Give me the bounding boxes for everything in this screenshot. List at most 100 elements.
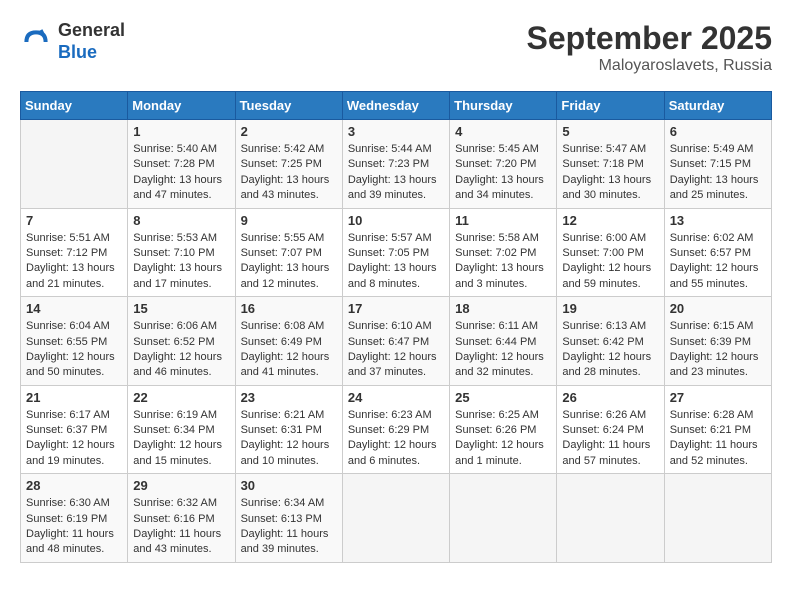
day-info: Sunrise: 6:30 AMSunset: 6:19 PMDaylight:…	[26, 496, 122, 558]
day-info: Sunrise: 5:47 AMSunset: 7:18 PMDaylight:…	[562, 142, 658, 204]
day-cell: 21 Sunrise: 6:17 AMSunset: 6:37 PMDaylig…	[21, 385, 128, 474]
day-cell: 24 Sunrise: 6:23 AMSunset: 6:29 PMDaylig…	[342, 385, 449, 474]
day-info: Sunrise: 5:53 AMSunset: 7:10 PMDaylight:…	[133, 231, 229, 293]
title-block: September 2025 Maloyaroslavets, Russia	[527, 20, 772, 75]
day-info: Sunrise: 6:15 AMSunset: 6:39 PMDaylight:…	[670, 319, 766, 381]
day-info: Sunrise: 6:25 AMSunset: 6:26 PMDaylight:…	[455, 408, 551, 470]
day-number: 21	[26, 390, 122, 405]
day-info: Sunrise: 5:55 AMSunset: 7:07 PMDaylight:…	[241, 231, 337, 293]
day-number: 1	[133, 124, 229, 139]
column-header-saturday: Saturday	[664, 92, 771, 120]
logo-general: General	[58, 20, 125, 40]
day-cell: 5 Sunrise: 5:47 AMSunset: 7:18 PMDayligh…	[557, 120, 664, 209]
day-number: 10	[348, 213, 444, 228]
day-number: 28	[26, 478, 122, 493]
day-number: 12	[562, 213, 658, 228]
day-cell: 28 Sunrise: 6:30 AMSunset: 6:19 PMDaylig…	[21, 474, 128, 563]
week-row-5: 28 Sunrise: 6:30 AMSunset: 6:19 PMDaylig…	[21, 474, 772, 563]
day-cell: 15 Sunrise: 6:06 AMSunset: 6:52 PMDaylig…	[128, 297, 235, 386]
day-cell	[664, 474, 771, 563]
day-number: 2	[241, 124, 337, 139]
day-number: 17	[348, 301, 444, 316]
day-cell: 12 Sunrise: 6:00 AMSunset: 7:00 PMDaylig…	[557, 208, 664, 297]
day-cell: 20 Sunrise: 6:15 AMSunset: 6:39 PMDaylig…	[664, 297, 771, 386]
day-cell: 22 Sunrise: 6:19 AMSunset: 6:34 PMDaylig…	[128, 385, 235, 474]
day-cell: 1 Sunrise: 5:40 AMSunset: 7:28 PMDayligh…	[128, 120, 235, 209]
day-info: Sunrise: 5:45 AMSunset: 7:20 PMDaylight:…	[455, 142, 551, 204]
day-info: Sunrise: 5:51 AMSunset: 7:12 PMDaylight:…	[26, 231, 122, 293]
day-info: Sunrise: 5:42 AMSunset: 7:25 PMDaylight:…	[241, 142, 337, 204]
day-number: 29	[133, 478, 229, 493]
week-row-4: 21 Sunrise: 6:17 AMSunset: 6:37 PMDaylig…	[21, 385, 772, 474]
day-cell: 18 Sunrise: 6:11 AMSunset: 6:44 PMDaylig…	[450, 297, 557, 386]
day-info: Sunrise: 6:21 AMSunset: 6:31 PMDaylight:…	[241, 408, 337, 470]
day-info: Sunrise: 6:10 AMSunset: 6:47 PMDaylight:…	[348, 319, 444, 381]
day-number: 24	[348, 390, 444, 405]
day-number: 8	[133, 213, 229, 228]
day-number: 13	[670, 213, 766, 228]
header-row: SundayMondayTuesdayWednesdayThursdayFrid…	[21, 92, 772, 120]
day-cell: 3 Sunrise: 5:44 AMSunset: 7:23 PMDayligh…	[342, 120, 449, 209]
day-info: Sunrise: 6:32 AMSunset: 6:16 PMDaylight:…	[133, 496, 229, 558]
day-number: 7	[26, 213, 122, 228]
day-number: 26	[562, 390, 658, 405]
day-info: Sunrise: 6:00 AMSunset: 7:00 PMDaylight:…	[562, 231, 658, 293]
day-info: Sunrise: 6:13 AMSunset: 6:42 PMDaylight:…	[562, 319, 658, 381]
day-cell: 26 Sunrise: 6:26 AMSunset: 6:24 PMDaylig…	[557, 385, 664, 474]
day-cell: 19 Sunrise: 6:13 AMSunset: 6:42 PMDaylig…	[557, 297, 664, 386]
day-cell: 11 Sunrise: 5:58 AMSunset: 7:02 PMDaylig…	[450, 208, 557, 297]
day-info: Sunrise: 6:11 AMSunset: 6:44 PMDaylight:…	[455, 319, 551, 381]
day-info: Sunrise: 6:28 AMSunset: 6:21 PMDaylight:…	[670, 408, 766, 470]
week-row-1: 1 Sunrise: 5:40 AMSunset: 7:28 PMDayligh…	[21, 120, 772, 209]
day-info: Sunrise: 5:40 AMSunset: 7:28 PMDaylight:…	[133, 142, 229, 204]
day-cell: 2 Sunrise: 5:42 AMSunset: 7:25 PMDayligh…	[235, 120, 342, 209]
column-header-friday: Friday	[557, 92, 664, 120]
day-cell: 29 Sunrise: 6:32 AMSunset: 6:16 PMDaylig…	[128, 474, 235, 563]
location: Maloyaroslavets, Russia	[527, 57, 772, 75]
day-info: Sunrise: 5:49 AMSunset: 7:15 PMDaylight:…	[670, 142, 766, 204]
logo-icon	[20, 26, 52, 58]
day-number: 3	[348, 124, 444, 139]
day-info: Sunrise: 5:44 AMSunset: 7:23 PMDaylight:…	[348, 142, 444, 204]
day-number: 16	[241, 301, 337, 316]
day-cell: 25 Sunrise: 6:25 AMSunset: 6:26 PMDaylig…	[450, 385, 557, 474]
day-cell: 9 Sunrise: 5:55 AMSunset: 7:07 PMDayligh…	[235, 208, 342, 297]
day-number: 27	[670, 390, 766, 405]
day-cell	[342, 474, 449, 563]
day-number: 22	[133, 390, 229, 405]
day-info: Sunrise: 6:02 AMSunset: 6:57 PMDaylight:…	[670, 231, 766, 293]
column-header-sunday: Sunday	[21, 92, 128, 120]
day-info: Sunrise: 6:19 AMSunset: 6:34 PMDaylight:…	[133, 408, 229, 470]
day-info: Sunrise: 6:23 AMSunset: 6:29 PMDaylight:…	[348, 408, 444, 470]
day-number: 18	[455, 301, 551, 316]
column-header-wednesday: Wednesday	[342, 92, 449, 120]
page-header: General Blue September 2025 Maloyaroslav…	[20, 20, 772, 75]
day-cell: 17 Sunrise: 6:10 AMSunset: 6:47 PMDaylig…	[342, 297, 449, 386]
logo-blue: Blue	[58, 42, 97, 62]
day-info: Sunrise: 6:08 AMSunset: 6:49 PMDaylight:…	[241, 319, 337, 381]
day-cell: 10 Sunrise: 5:57 AMSunset: 7:05 PMDaylig…	[342, 208, 449, 297]
day-cell: 6 Sunrise: 5:49 AMSunset: 7:15 PMDayligh…	[664, 120, 771, 209]
day-cell: 23 Sunrise: 6:21 AMSunset: 6:31 PMDaylig…	[235, 385, 342, 474]
day-info: Sunrise: 5:57 AMSunset: 7:05 PMDaylight:…	[348, 231, 444, 293]
day-number: 5	[562, 124, 658, 139]
logo: General Blue	[20, 20, 125, 63]
day-number: 23	[241, 390, 337, 405]
day-info: Sunrise: 5:58 AMSunset: 7:02 PMDaylight:…	[455, 231, 551, 293]
day-info: Sunrise: 6:04 AMSunset: 6:55 PMDaylight:…	[26, 319, 122, 381]
day-cell: 16 Sunrise: 6:08 AMSunset: 6:49 PMDaylig…	[235, 297, 342, 386]
column-header-thursday: Thursday	[450, 92, 557, 120]
column-header-tuesday: Tuesday	[235, 92, 342, 120]
day-info: Sunrise: 6:06 AMSunset: 6:52 PMDaylight:…	[133, 319, 229, 381]
day-cell: 4 Sunrise: 5:45 AMSunset: 7:20 PMDayligh…	[450, 120, 557, 209]
day-number: 14	[26, 301, 122, 316]
day-number: 30	[241, 478, 337, 493]
month-title: September 2025	[527, 20, 772, 57]
day-number: 19	[562, 301, 658, 316]
week-row-2: 7 Sunrise: 5:51 AMSunset: 7:12 PMDayligh…	[21, 208, 772, 297]
day-cell: 14 Sunrise: 6:04 AMSunset: 6:55 PMDaylig…	[21, 297, 128, 386]
day-cell: 7 Sunrise: 5:51 AMSunset: 7:12 PMDayligh…	[21, 208, 128, 297]
day-info: Sunrise: 6:26 AMSunset: 6:24 PMDaylight:…	[562, 408, 658, 470]
day-info: Sunrise: 6:34 AMSunset: 6:13 PMDaylight:…	[241, 496, 337, 558]
day-number: 25	[455, 390, 551, 405]
